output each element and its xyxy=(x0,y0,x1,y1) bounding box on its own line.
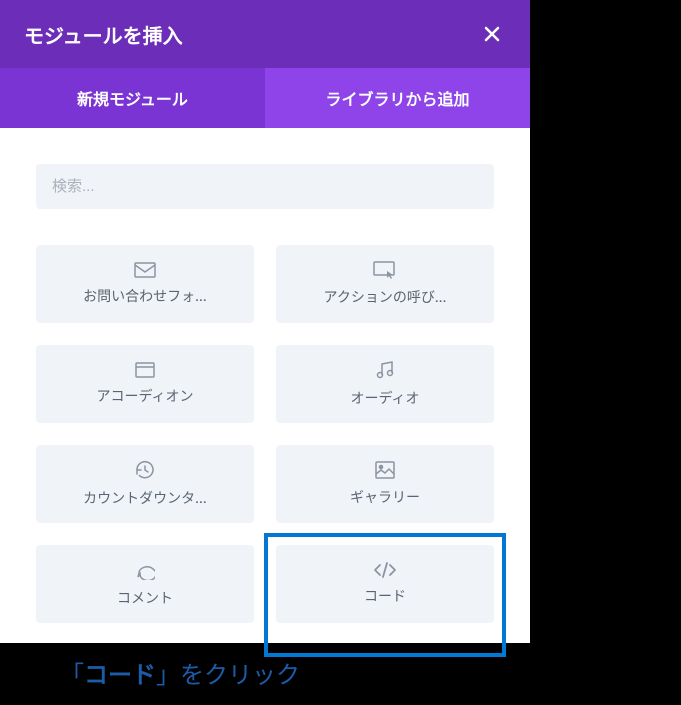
module-audio[interactable]: オーディオ xyxy=(276,345,494,423)
tab-bar: 新規モジュール ライブラリから追加 xyxy=(0,68,530,128)
module-label: コード xyxy=(364,586,406,606)
annotation-bold: コード xyxy=(84,661,156,689)
tab-new-module[interactable]: 新規モジュール xyxy=(0,68,265,128)
annotation-suffix: 」をクリック xyxy=(156,661,300,689)
module-label: お問い合わせフォ... xyxy=(83,286,207,306)
tab-from-library[interactable]: ライブラリから追加 xyxy=(265,68,530,128)
instruction-annotation: 「コード」をクリック xyxy=(0,643,681,690)
panel-header: モジュールを挿入 xyxy=(0,0,530,68)
music-note-icon xyxy=(375,360,395,380)
module-label: カウントダウンタ... xyxy=(83,488,207,508)
module-label: オーディオ xyxy=(350,388,419,408)
module-countdown[interactable]: カウントダウンタ... xyxy=(36,445,254,523)
close-icon xyxy=(483,25,501,43)
history-icon xyxy=(135,460,155,480)
panel-title: モジュールを挿入 xyxy=(24,20,183,49)
module-label: アクションの呼び... xyxy=(324,287,447,307)
module-accordion[interactable]: アコーディオン xyxy=(36,345,254,423)
search-input[interactable] xyxy=(36,164,494,209)
module-contact-form[interactable]: お問い合わせフォ... xyxy=(36,245,254,323)
close-button[interactable] xyxy=(478,20,506,48)
module-grid: お問い合わせフォ... アクションの呼び... xyxy=(36,245,494,623)
module-label: コメント xyxy=(117,588,173,608)
panel-content: お問い合わせフォ... アクションの呼び... xyxy=(0,128,530,643)
module-code[interactable]: コード xyxy=(276,545,494,623)
pointer-frame-icon xyxy=(373,261,397,279)
module-comment[interactable]: コメント xyxy=(36,545,254,623)
window-icon xyxy=(135,362,155,378)
module-label: アコーディオン xyxy=(96,386,193,406)
envelope-icon xyxy=(134,262,156,278)
insert-module-panel: モジュールを挿入 新規モジュール ライブラリから追加 お問い合わせフォ... xyxy=(0,0,530,643)
code-icon xyxy=(373,562,397,578)
chat-bubble-icon xyxy=(135,560,155,580)
module-call-to-action[interactable]: アクションの呼び... xyxy=(276,245,494,323)
module-gallery[interactable]: ギャラリー xyxy=(276,445,494,523)
image-icon xyxy=(375,461,395,479)
annotation-prefix: 「 xyxy=(60,661,84,689)
module-label: ギャラリー xyxy=(350,487,420,507)
